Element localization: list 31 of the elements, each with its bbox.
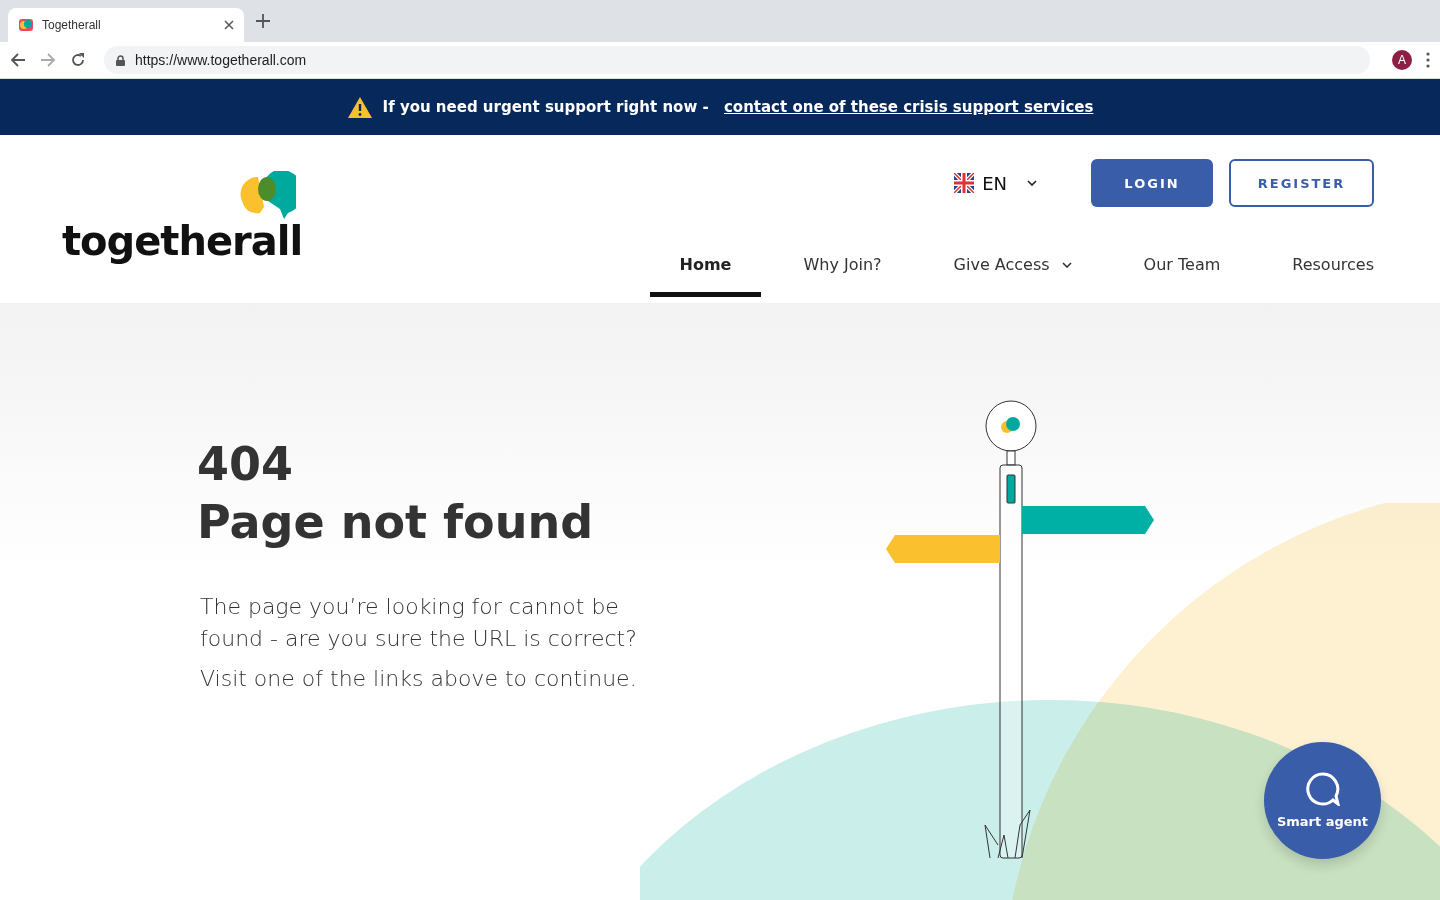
close-icon[interactable] xyxy=(224,20,234,30)
nav-tab[interactable]: Give Access xyxy=(923,245,1102,297)
login-button[interactable]: LOGIN xyxy=(1091,159,1213,207)
lock-icon xyxy=(116,54,125,66)
banner-text: If you need urgent support right now - xyxy=(382,98,710,116)
speech-bubbles-icon xyxy=(238,171,296,221)
chevron-down-icon xyxy=(1027,180,1037,186)
register-button[interactable]: REGISTER xyxy=(1229,159,1374,207)
error-title: Page not found xyxy=(197,494,595,551)
browser-tab[interactable]: Togetherall xyxy=(8,8,244,42)
speech-bubble-icon xyxy=(1305,772,1340,806)
warning-icon xyxy=(346,95,373,119)
nav-tab[interactable]: Resources xyxy=(1262,245,1404,297)
url-text: https://www.togetherall.com xyxy=(135,52,307,68)
address-bar[interactable]: https://www.togetherall.com xyxy=(104,46,1370,74)
back-icon[interactable] xyxy=(10,52,26,68)
new-tab-icon[interactable] xyxy=(256,14,270,28)
favicon-icon xyxy=(18,18,34,32)
error-message: Visit one of the links above to continue. xyxy=(200,665,638,693)
error-code: 404 xyxy=(197,436,295,493)
language-selector[interactable]: EN xyxy=(954,172,1037,194)
reload-icon[interactable] xyxy=(70,52,86,68)
nav-tab[interactable]: Our Team xyxy=(1113,245,1251,297)
error-message: The page you’re looking for cannot be found - are you sure the URL is correct? xyxy=(200,593,638,653)
nav-tab[interactable]: Why Join? xyxy=(773,245,912,297)
profile-avatar[interactable]: A xyxy=(1392,50,1412,70)
nav-tab[interactable]: Home xyxy=(649,245,762,297)
tab-title: Togetherall xyxy=(42,18,102,32)
flag-icon xyxy=(954,173,975,193)
menu-icon[interactable] xyxy=(1426,52,1430,68)
crisis-link[interactable]: contact one of these crisis support services xyxy=(723,98,1094,116)
